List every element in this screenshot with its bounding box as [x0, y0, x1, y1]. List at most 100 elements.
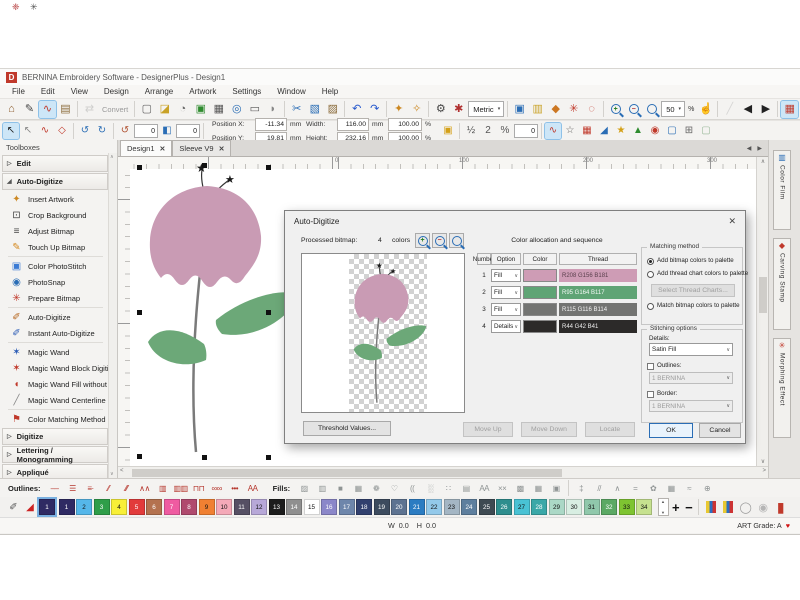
write-to-machine-icon[interactable]: ▭ — [246, 101, 263, 118]
star-shape-icon[interactable]: ☆ — [562, 123, 578, 139]
palette-swatch-18[interactable]: 18 — [356, 499, 372, 515]
scale-1-2-icon[interactable]: ½ — [463, 123, 479, 139]
menu-design[interactable]: Design — [96, 85, 137, 98]
skew-icon[interactable]: ◧ — [159, 123, 175, 139]
node-edit-icon[interactable]: ◢ — [596, 123, 612, 139]
stipple-fill-icon[interactable]: ░ — [422, 481, 438, 495]
menu-settings[interactable]: Settings — [224, 85, 269, 98]
palette-swatch-23[interactable]: 23 — [444, 499, 460, 515]
toolbox-item-color-photostitch[interactable]: ▣Color PhotoStitch — [0, 258, 117, 274]
palette-swatch-9[interactable]: 9 — [199, 499, 215, 515]
toolbox-item-color-matching-method[interactable]: ⚑Color Matching Method — [0, 411, 117, 427]
gold-star-icon[interactable]: ★ — [613, 123, 629, 139]
filled-spool-icon[interactable]: ◉ — [755, 499, 771, 515]
palette-swatch-26[interactable]: 26 — [496, 499, 512, 515]
sculpture-run-icon[interactable]: ≡· — [83, 481, 99, 495]
zoom-to-fit-icon[interactable] — [449, 233, 464, 248]
close-icon[interactable]: ✕ — [728, 216, 736, 227]
hollow-spool-icon[interactable]: ◯ — [738, 499, 754, 515]
step-fill-icon[interactable]: ▨ — [296, 481, 312, 495]
blackwork-run-icon[interactable]: ⊓⊓ — [191, 481, 207, 495]
home-icon[interactable]: ⌂ — [3, 101, 20, 118]
toolbox-item-crop-background[interactable]: ⊡Crop Background — [0, 207, 117, 223]
tatami-fill-icon[interactable]: ▦ — [350, 481, 366, 495]
toolbox-item-magic-wand-centerline[interactable]: ╱Magic Wand Centerline — [0, 392, 117, 408]
lacework-fill-icon[interactable]: ❁ — [368, 481, 384, 495]
palette-swatch-2[interactable]: 2 — [76, 499, 92, 515]
copy-icon[interactable]: ▧ — [306, 101, 323, 118]
palette-swatch-33[interactable]: 33 — [619, 499, 635, 515]
rotate-angle-icon[interactable]: ↺ — [117, 123, 133, 139]
dock-tab-morphing-effect[interactable]: ✳Morphing Effect — [773, 338, 791, 438]
ok-button[interactable]: OK — [649, 423, 693, 438]
open-design-icon[interactable]: ◪ — [156, 101, 173, 118]
move-down-button[interactable]: Move Down — [521, 422, 577, 437]
design-tab-design1[interactable]: Design1✕ — [120, 140, 172, 156]
palette-swatch-3[interactable]: 3 — [94, 499, 110, 515]
pattern-fill-b-icon[interactable]: ▦ — [530, 481, 546, 495]
raised-satin-outline-icon[interactable]: ⁄⁄⁄ — [119, 481, 135, 495]
selection-handle[interactable] — [202, 455, 207, 460]
select-thread-charts-button[interactable]: Select Thread Charts... — [651, 284, 735, 297]
selection-handle[interactable] — [266, 455, 271, 460]
vscroll-thumb[interactable] — [759, 277, 767, 313]
locate-button[interactable]: Locate — [585, 422, 635, 437]
new-design-icon[interactable]: ▢ — [138, 101, 155, 118]
radio-add-bitmap-colors-to-palette[interactable] — [647, 258, 654, 265]
insert-artwork-icon[interactable]: ✦ — [390, 101, 407, 118]
toolbox-item-adjust-bitmap[interactable]: ≡Adjust Bitmap — [0, 223, 117, 239]
background-icon[interactable]: ▣ — [511, 101, 528, 118]
cut-icon[interactable]: ✂ — [288, 101, 305, 118]
add-color-button[interactable]: + — [672, 500, 680, 515]
metric-combo[interactable]: Metric▾ — [468, 101, 504, 117]
rotate-angle-input[interactable]: 0 — [134, 124, 158, 138]
toolbox-header-appliqu[interactable]: ▷Appliqué — [2, 464, 108, 478]
rotate-cw-45-icon[interactable]: ↻ — [94, 123, 110, 139]
tools-icon[interactable]: ✱ — [450, 101, 467, 118]
toolbox-item-touch-up-bitmap[interactable]: ✎Touch Up Bitmap — [0, 239, 117, 255]
convert-icon[interactable]: ⇄ — [81, 101, 98, 118]
palette-swatch-34[interactable]: 34 — [636, 499, 652, 515]
print-icon[interactable]: ▦ — [210, 101, 227, 118]
palette-swatch-15[interactable]: 15 — [304, 499, 320, 515]
satin-fill-icon[interactable]: ■ — [332, 481, 348, 495]
palette-swatch-6[interactable]: 6 — [146, 499, 162, 515]
zoom-out-icon[interactable]: − — [432, 233, 447, 248]
option-select[interactable]: Fill∨ — [491, 303, 521, 316]
close-icon[interactable]: ✕ — [160, 145, 166, 153]
palette-swatch-25[interactable]: 25 — [479, 499, 495, 515]
width-input[interactable]: 116.00 — [337, 118, 369, 131]
lettering-fill-icon[interactable]: AA — [476, 481, 492, 495]
florentine-effect-icon[interactable]: // — [591, 481, 607, 495]
apply-color-icon[interactable]: ◢ — [23, 500, 38, 515]
globe-fill-effect-icon[interactable]: ⊕ — [699, 481, 715, 495]
library-icon[interactable]: ▤ — [57, 101, 74, 118]
toolbox-item-instant-auto-digitize[interactable]: ✐Instant Auto-Digitize — [0, 325, 117, 341]
toolbox-item-auto-digitize[interactable]: ✐Auto-Digitize — [0, 309, 117, 325]
paste-icon[interactable]: ▨ — [324, 101, 341, 118]
zoom-to-fit-icon[interactable] — [643, 101, 660, 118]
palette-swatch-19[interactable]: 19 — [374, 499, 390, 515]
sidebar-scrollbar[interactable]: ∧ ∨ — [108, 153, 117, 478]
zoom-in-icon[interactable]: + — [607, 101, 624, 118]
toolbox-header-edit[interactable]: ▷Edit — [2, 155, 108, 172]
stitch-forward-icon[interactable]: ▶ — [757, 101, 774, 118]
scroll-down-icon[interactable]: ∨ — [110, 471, 114, 477]
scroll-up-icon[interactable]: ∧ — [110, 154, 114, 160]
scroll-left-icon[interactable]: < — [120, 468, 124, 474]
insert-embroidery-icon[interactable]: ✧ — [408, 101, 425, 118]
closed-object-icon[interactable]: ◇ — [54, 123, 70, 139]
menu-help[interactable]: Help — [314, 85, 346, 98]
palette-swatch-1[interactable]: 1 — [59, 499, 75, 515]
thread-spool-icon[interactable]: ▮ — [773, 499, 789, 515]
zoom-out-icon[interactable]: − — [625, 101, 642, 118]
wave-fill-effect-icon[interactable]: ▦ — [663, 481, 679, 495]
toolbox-header-letteringmonogramming[interactable]: ▷Lettering / Monogramming — [2, 446, 108, 463]
option-select[interactable]: Fill∨ — [491, 286, 521, 299]
gradient-fill-effect-icon[interactable]: ‡ — [573, 481, 589, 495]
palette-swatch-20[interactable]: 20 — [391, 499, 407, 515]
selection-handle[interactable] — [137, 165, 142, 170]
mirror-merge-icon[interactable]: ✳ — [565, 101, 582, 118]
stamp-icon[interactable]: ◆ — [547, 101, 564, 118]
menu-arrange[interactable]: Arrange — [137, 85, 181, 98]
